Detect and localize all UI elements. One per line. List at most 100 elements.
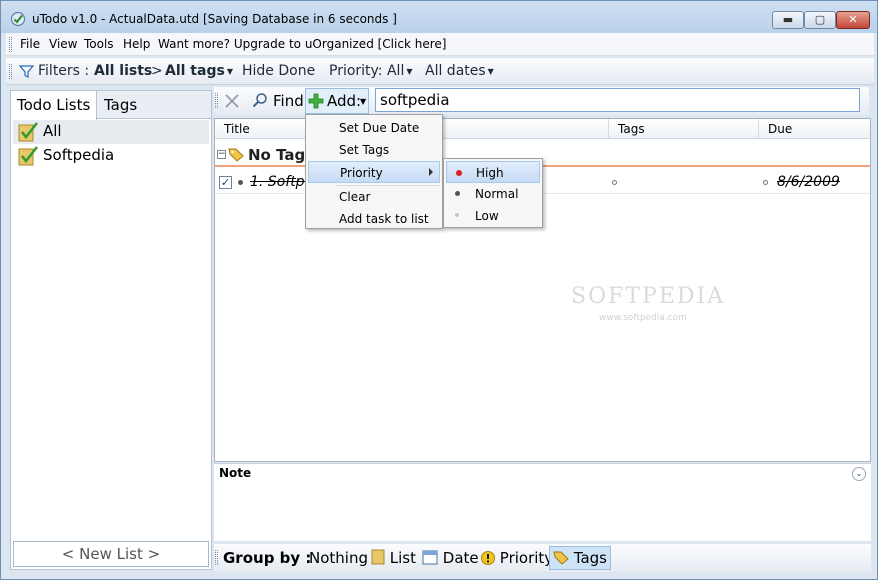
add-label: Add: bbox=[327, 92, 362, 110]
tag-cell-icon bbox=[612, 180, 617, 185]
watermark-url: www.softpedia.com bbox=[599, 313, 687, 323]
filter-tags-dropdown[interactable]: All tags ▼ bbox=[165, 63, 233, 79]
checklist-icon bbox=[18, 122, 38, 142]
tab-tags[interactable]: Tags bbox=[98, 91, 143, 119]
column-header-tags[interactable]: Tags bbox=[618, 122, 645, 136]
minimize-button[interactable]: ▬ bbox=[772, 11, 804, 29]
priority-filter-label: Priority: All bbox=[329, 63, 405, 79]
chevron-down-icon: ▼ bbox=[487, 66, 494, 76]
list-item-all[interactable]: All bbox=[13, 120, 209, 144]
app-logo-icon bbox=[10, 11, 26, 27]
add-dropdown-button[interactable]: Add: ▼ bbox=[305, 88, 369, 114]
tag-icon bbox=[228, 148, 244, 162]
group-by-priority[interactable]: Priority bbox=[481, 549, 553, 567]
filter-separator: > bbox=[151, 63, 163, 79]
column-divider[interactable] bbox=[608, 119, 609, 139]
new-list-button[interactable]: < New List > bbox=[13, 541, 209, 567]
maximize-button[interactable]: ▢ bbox=[804, 11, 836, 29]
group-by-toolbar: Group by : Nothing List Date Priority Ta… bbox=[214, 544, 871, 572]
close-button[interactable]: ✕ bbox=[836, 11, 870, 29]
group-by-tags-label: Tags bbox=[573, 549, 607, 567]
menu-item-priority-label: Priority bbox=[340, 166, 383, 180]
group-by-nothing[interactable]: Nothing bbox=[309, 549, 368, 567]
high-priority-dot-icon bbox=[456, 170, 462, 176]
collapse-icon[interactable]: − bbox=[217, 150, 226, 159]
filter-icon bbox=[19, 65, 34, 78]
add-context-menu: Set Due Date Set Tags Priority Clear Add… bbox=[305, 114, 443, 229]
search-icon bbox=[252, 93, 267, 108]
priority-option-high[interactable]: High bbox=[446, 161, 540, 183]
submenu-arrow-icon bbox=[429, 168, 433, 176]
chevron-down-icon: ▼ bbox=[406, 66, 413, 76]
date-filter-dropdown[interactable]: All dates ▼ bbox=[425, 63, 494, 79]
priority-option-label: Low bbox=[475, 209, 499, 223]
group-by-date[interactable]: Date bbox=[422, 549, 479, 567]
column-header-title[interactable]: Title bbox=[224, 122, 250, 136]
maximize-icon: ▢ bbox=[814, 13, 826, 26]
note-title: Note bbox=[219, 466, 252, 480]
task-checkbox[interactable]: ✓ bbox=[219, 176, 232, 189]
menu-help[interactable]: Help bbox=[123, 37, 150, 51]
normal-priority-dot-icon bbox=[455, 191, 460, 196]
find-button[interactable]: Find bbox=[273, 92, 304, 110]
task-title[interactable]: 1. Softpe bbox=[250, 174, 313, 190]
toolbar-grip[interactable] bbox=[9, 37, 12, 52]
calendar-icon bbox=[422, 550, 438, 565]
menu-item-set-tags[interactable]: Set Tags bbox=[308, 139, 440, 161]
menu-item-clear[interactable]: Clear bbox=[308, 186, 440, 208]
hide-done-button[interactable]: Hide Done bbox=[242, 63, 315, 79]
window-title: uTodo v1.0 - ActualData.utd [Saving Data… bbox=[32, 12, 397, 26]
tag-icon bbox=[553, 551, 569, 565]
filter-tags-label: All tags bbox=[165, 63, 225, 79]
title-bar[interactable]: uTodo v1.0 - ActualData.utd [Saving Data… bbox=[1, 1, 877, 33]
lists-panel-tabs: Todo Lists Tags bbox=[11, 91, 211, 120]
menu-view[interactable]: View bbox=[49, 37, 77, 51]
group-by-label: Group by : bbox=[223, 549, 312, 567]
tab-todo-lists[interactable]: Todo Lists bbox=[11, 91, 98, 120]
menu-item-priority[interactable]: Priority bbox=[308, 161, 440, 183]
list-label: Softpedia bbox=[43, 146, 115, 164]
menu-tools[interactable]: Tools bbox=[84, 37, 114, 51]
menu-file[interactable]: File bbox=[20, 37, 40, 51]
close-icon: ✕ bbox=[848, 13, 858, 26]
warning-icon bbox=[481, 551, 495, 565]
chevron-down-icon: ▼ bbox=[360, 97, 367, 106]
priority-option-normal[interactable]: Normal bbox=[446, 183, 540, 205]
watermark: SOFTPEDIA bbox=[571, 284, 726, 309]
column-divider[interactable] bbox=[758, 119, 759, 139]
low-priority-dot-icon bbox=[455, 213, 459, 217]
menu-upgrade-link[interactable]: Want more? Upgrade to uOrganized [Click … bbox=[158, 37, 446, 51]
group-by-date-label: Date bbox=[442, 549, 479, 567]
column-header-due[interactable]: Due bbox=[768, 122, 792, 136]
menu-item-add-task-to-list[interactable]: Add task to list bbox=[308, 208, 440, 230]
toolbar-grip[interactable] bbox=[215, 93, 218, 108]
collapse-note-icon[interactable]: ⌄ bbox=[852, 467, 866, 481]
lists-panel: Todo Lists Tags All Softpedia < New List… bbox=[10, 90, 212, 570]
note-panel: Note ⌄ bbox=[214, 463, 871, 541]
filter-lists[interactable]: All lists bbox=[94, 63, 152, 79]
group-by-priority-label: Priority bbox=[499, 549, 554, 567]
task-due-date[interactable]: 8/6/2009 bbox=[777, 174, 840, 190]
list-item-softpedia[interactable]: Softpedia bbox=[13, 144, 209, 168]
minimize-icon: ▬ bbox=[782, 13, 794, 26]
date-filter-label: All dates bbox=[425, 63, 486, 79]
menu-item-set-due-date[interactable]: Set Due Date bbox=[308, 117, 440, 139]
search-input[interactable] bbox=[375, 88, 860, 112]
chevron-down-icon: ▼ bbox=[226, 66, 233, 76]
priority-dot-icon bbox=[238, 180, 243, 185]
priority-submenu: High Normal Low bbox=[443, 158, 543, 228]
group-by-tags[interactable]: Tags bbox=[549, 546, 611, 570]
filter-toolbar: Filters : All lists > All tags ▼ Hide Don… bbox=[6, 58, 874, 85]
group-by-list[interactable]: List bbox=[371, 549, 416, 567]
priority-filter-dropdown[interactable]: Priority: All ▼ bbox=[329, 63, 413, 79]
toolbar-grip[interactable] bbox=[9, 64, 12, 79]
group-by-list-label: List bbox=[389, 549, 417, 567]
app-window: uTodo v1.0 - ActualData.utd [Saving Data… bbox=[0, 0, 878, 580]
priority-option-label: Normal bbox=[475, 187, 519, 201]
list-icon bbox=[371, 549, 385, 565]
due-cell-icon bbox=[763, 180, 768, 185]
clear-search-icon[interactable] bbox=[223, 92, 241, 110]
priority-option-low[interactable]: Low bbox=[446, 205, 540, 227]
menu-bar: File View Tools Help Want more? Upgrade … bbox=[6, 33, 874, 56]
toolbar-grip[interactable] bbox=[215, 550, 218, 565]
